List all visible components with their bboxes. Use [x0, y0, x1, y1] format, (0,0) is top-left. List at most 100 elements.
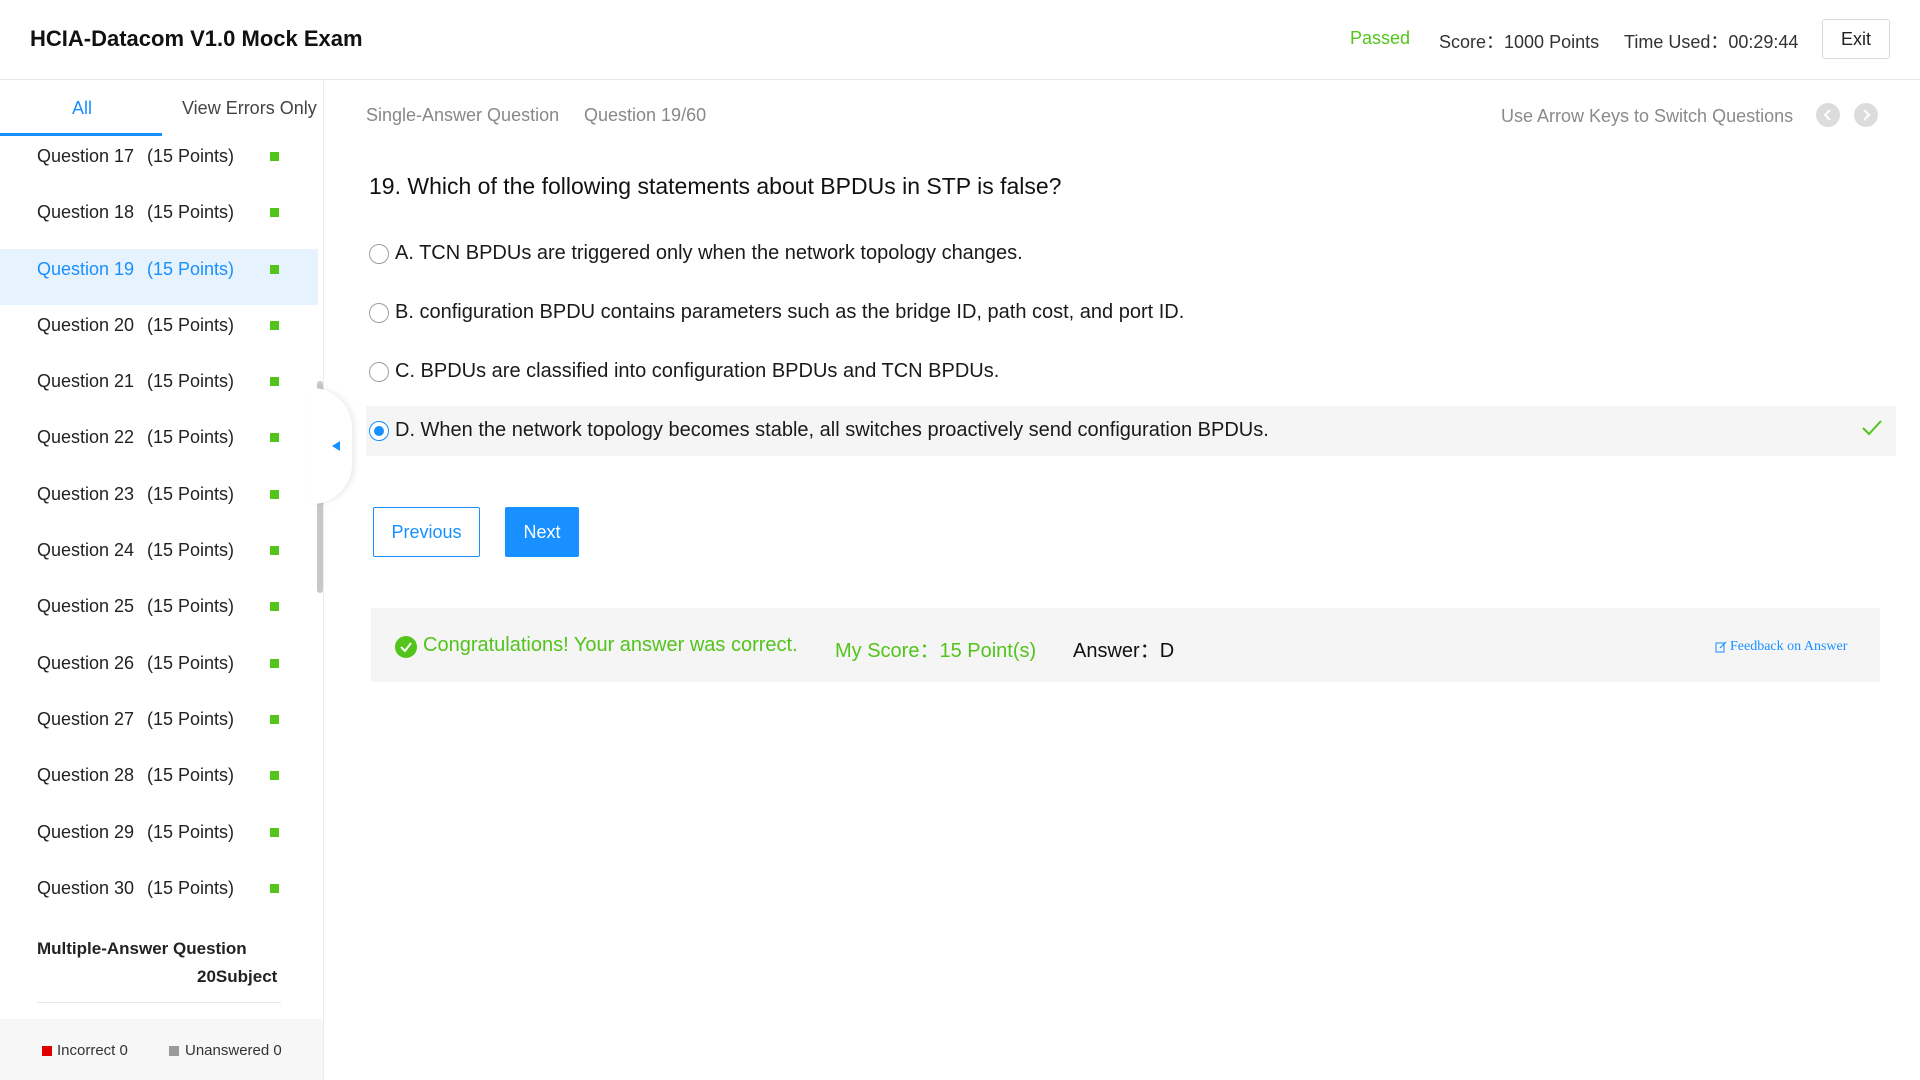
arrow-key-hint: Use Arrow Keys to Switch Questions	[1501, 106, 1794, 126]
question-label: Question 26	[37, 652, 135, 673]
question-points: (15 Points)	[147, 708, 235, 729]
option-d[interactable]: D. When the network topology becomes sta…	[366, 406, 1896, 456]
question-points: (15 Points)	[147, 427, 235, 448]
question-points: (15 Points)	[147, 314, 235, 335]
section-subject-count: 20Subject	[197, 967, 278, 986]
question-points: (15 Points)	[147, 540, 235, 561]
option-a[interactable]: A. TCN BPDUs are triggered only when the…	[366, 229, 1896, 279]
question-item[interactable]: Question 24 (15 Points)	[0, 530, 318, 586]
correct-check-icon	[1862, 420, 1882, 436]
question-item[interactable]: Question 27 (15 Points)	[0, 699, 318, 755]
answered-correct-indicator	[270, 489, 279, 499]
incorrect-count: Incorrect 0	[57, 1042, 128, 1059]
unanswered-count: Unanswered 0	[185, 1042, 282, 1059]
question-item[interactable]: Question 18 (15 Points)	[0, 192, 318, 248]
answer-result-panel: Congratulations! Your answer was correct…	[371, 608, 1880, 682]
question-label: Question 21	[37, 371, 135, 392]
question-item[interactable]: Question 22 (15 Points)	[0, 417, 318, 473]
question-points: (15 Points)	[147, 877, 235, 898]
exam-title: HCIA-Datacom V1.0 Mock Exam	[30, 26, 363, 51]
question-item-active[interactable]: Question 19 (15 Points)	[0, 248, 318, 305]
collapse-sidebar-button[interactable]	[312, 388, 352, 504]
question-points: (15 Points)	[147, 821, 235, 842]
radio-button[interactable]	[369, 362, 389, 382]
answered-correct-indicator	[270, 546, 279, 556]
question-points: (15 Points)	[147, 202, 235, 223]
chevron-left-icon	[1823, 109, 1831, 121]
question-item[interactable]: Question 21 (15 Points)	[0, 361, 318, 417]
question-item[interactable]: Question 28 (15 Points)	[0, 755, 318, 811]
next-button[interactable]: Next	[505, 507, 579, 557]
answered-correct-indicator	[270, 152, 279, 161]
question-item[interactable]: Question 23 (15 Points)	[0, 474, 318, 530]
question-type: Single-Answer Question	[366, 105, 560, 125]
total-score: Score：1000 Points	[1439, 32, 1600, 52]
question-label: Question 17	[37, 146, 135, 166]
question-label: Question 24	[37, 540, 135, 561]
question-label: Question 22	[37, 427, 135, 448]
question-text: 19. Which of the following statements ab…	[369, 173, 1062, 199]
correct-answer: Answer：D	[1073, 640, 1175, 662]
feedback-label: Feedback on Answer	[1730, 639, 1848, 654]
question-item[interactable]: Question 30 (15 Points)	[0, 868, 318, 924]
sidebar-tabs: All View Errors Only	[0, 81, 323, 136]
question-list: Question 17 (15 Points) Question 18 (15 …	[0, 136, 318, 924]
my-score: My Score：15 Point(s)	[835, 640, 1037, 662]
question-label: Question 18	[37, 202, 135, 223]
time-used: Time Used：00:29:44	[1624, 32, 1799, 52]
top-bar: HCIA-Datacom V1.0 Mock Exam Passed Score…	[0, 0, 1920, 80]
edit-icon	[1715, 641, 1727, 653]
radio-dot	[374, 426, 384, 436]
option-text: B. configuration BPDU contains parameter…	[395, 301, 1185, 323]
incorrect-legend-swatch	[42, 1046, 52, 1056]
question-points: (15 Points)	[147, 652, 235, 673]
answered-correct-indicator	[270, 883, 279, 893]
option-text: C. BPDUs are classified into configurati…	[395, 360, 1000, 382]
question-points: (15 Points)	[147, 596, 235, 617]
question-item[interactable]: Question 26 (15 Points)	[0, 643, 318, 699]
answered-correct-indicator	[270, 433, 279, 443]
question-label: Question 29	[37, 821, 135, 842]
question-label: Question 20	[37, 314, 135, 335]
question-points: (15 Points)	[147, 371, 235, 392]
question-counter: Question 19/60	[584, 105, 707, 125]
answered-correct-indicator	[270, 377, 279, 387]
question-points: (15 Points)	[147, 765, 235, 786]
result-message: Congratulations! Your answer was correct…	[423, 634, 798, 656]
answered-correct-indicator	[270, 658, 279, 668]
question-label: Question 28	[37, 765, 135, 786]
option-b[interactable]: B. configuration BPDU contains parameter…	[366, 288, 1896, 338]
question-item[interactable]: Question 29 (15 Points)	[0, 812, 318, 868]
answered-correct-indicator	[270, 602, 279, 612]
option-text: D. When the network topology becomes sta…	[395, 419, 1269, 441]
chevron-right-icon	[1863, 109, 1871, 121]
answered-correct-indicator	[270, 714, 279, 724]
tab-all[interactable]: All	[72, 98, 92, 119]
radio-button[interactable]	[369, 244, 389, 264]
exit-button[interactable]: Exit	[1822, 19, 1890, 59]
question-points: (15 Points)	[147, 146, 235, 166]
feedback-link[interactable]: Feedback on Answer	[1715, 639, 1847, 655]
answered-correct-indicator	[270, 264, 279, 274]
previous-button[interactable]: Previous	[373, 507, 480, 557]
question-label: Question 25	[37, 596, 135, 617]
question-item[interactable]: Question 25 (15 Points)	[0, 586, 318, 642]
question-points: (15 Points)	[147, 258, 235, 279]
question-label: Question 27	[37, 708, 135, 729]
option-text: A. TCN BPDUs are triggered only when the…	[395, 242, 1023, 264]
question-item[interactable]: Question 17 (15 Points)	[0, 136, 318, 192]
prev-question-arrow[interactable]	[1816, 103, 1840, 127]
option-c[interactable]: C. BPDUs are classified into configurati…	[366, 347, 1896, 397]
answered-correct-indicator	[270, 320, 279, 330]
question-label: Question 23	[37, 483, 135, 504]
next-question-arrow[interactable]	[1854, 103, 1878, 127]
question-item[interactable]: Question 20 (15 Points)	[0, 305, 318, 361]
question-points: (15 Points)	[147, 483, 235, 504]
answered-correct-indicator	[270, 771, 279, 781]
radio-button[interactable]	[369, 303, 389, 323]
unanswered-legend-swatch	[169, 1046, 179, 1056]
answered-correct-indicator	[270, 208, 279, 218]
tab-view-errors-only[interactable]: View Errors Only	[182, 98, 317, 119]
radio-button-selected[interactable]	[369, 421, 389, 441]
section-heading: Multiple-Answer Question	[37, 939, 247, 958]
